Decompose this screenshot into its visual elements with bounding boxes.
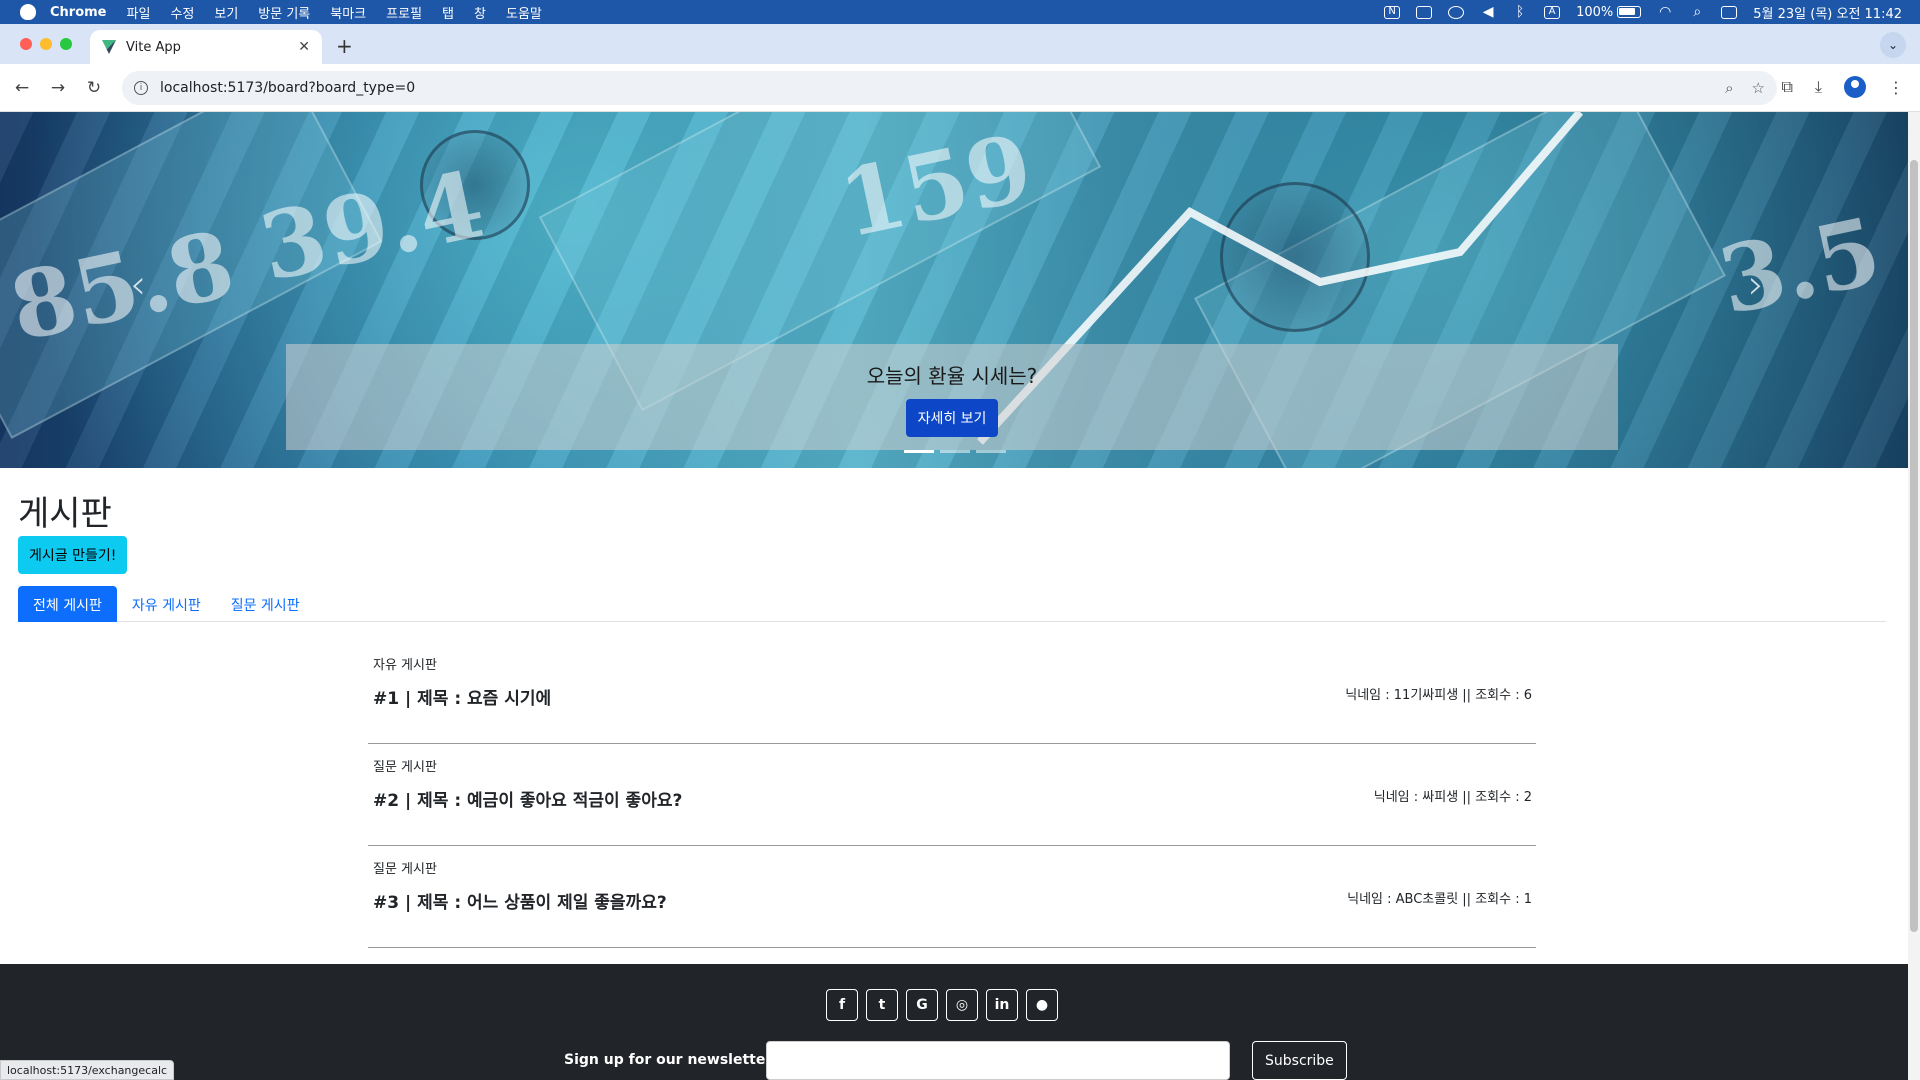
carousel-caption: 오늘의 환율 시세는? 자세히 보기 (286, 344, 1618, 450)
post-category: 질문 게시판 (373, 862, 437, 877)
menu-app-name[interactable]: Chrome (50, 5, 107, 20)
post-meta: 닉네임 : 싸피생 || 조회수 : 2 (1373, 790, 1532, 805)
twitter-icon[interactable]: t (866, 989, 898, 1021)
battery-indicator[interactable]: 100% (1576, 4, 1642, 20)
menu-profile[interactable]: 프로필 (386, 3, 422, 22)
list-item[interactable]: 자유 게시판 #1 | 제목 : 요즘 시기에 닉네임 : 11기싸피생 || … (368, 642, 1536, 744)
input-source-icon[interactable]: A (1544, 5, 1561, 19)
browser-toolbar: ← → ↻ i localhost:5173/board?board_type=… (0, 64, 1920, 112)
address-bar[interactable]: i localhost:5173/board?board_type=0 ⌕ ☆ (122, 71, 1777, 105)
display-icon[interactable] (1416, 5, 1433, 19)
airdrop-icon[interactable] (1448, 5, 1465, 19)
maximize-window-icon[interactable] (60, 38, 72, 50)
board-tabs: 전체 게시판 자유 게시판 질문 게시판 (18, 586, 1886, 622)
post-category: 자유 게시판 (373, 658, 437, 673)
page-viewport: 85.8 39.4 159 3.5 ‹ › 오늘의 환율 시세는? 자세히 보기… (0, 112, 1908, 1080)
wifi-icon[interactable]: ◠ (1657, 5, 1673, 19)
create-post-button[interactable]: 게시글 만들기! (18, 536, 128, 574)
menu-bookmarks[interactable]: 북마크 (330, 3, 366, 22)
newsletter-label: Sign up for our newsletter (564, 1052, 773, 1068)
battery-icon (1617, 6, 1642, 18)
browser-tab-strip: Vite App ✕ + ⌄ (0, 24, 1920, 64)
bluetooth-icon[interactable]: ᛒ (1512, 5, 1528, 19)
carousel-indicator[interactable] (904, 450, 934, 453)
browser-tab-title: Vite App (126, 39, 181, 55)
battery-percent: 100% (1576, 4, 1614, 20)
link-status-bar: localhost:5173/exchangecalc (0, 1060, 175, 1080)
url-text[interactable]: localhost:5173/board?board_type=0 (160, 80, 415, 96)
carousel-indicator[interactable] (976, 450, 1006, 453)
spotlight-search-icon[interactable]: ⌕ (1689, 5, 1705, 19)
volume-icon[interactable]: ◀ (1480, 5, 1496, 19)
zoom-icon[interactable]: ⌕ (1725, 79, 1733, 97)
carousel-indicators (904, 450, 1006, 453)
menu-window[interactable]: 창 (474, 3, 486, 22)
browser-tab[interactable]: Vite App ✕ (90, 30, 322, 64)
extensions-icon[interactable]: ⧉ (1781, 77, 1792, 97)
tab-question-board[interactable]: 질문 게시판 (216, 586, 315, 622)
download-icon[interactable]: ⤓ (1815, 77, 1822, 97)
instagram-icon[interactable]: ◎ (946, 989, 978, 1021)
post-meta: 닉네임 : 11기싸피생 || 조회수 : 6 (1345, 688, 1532, 703)
see-details-button[interactable]: 자세히 보기 (905, 399, 999, 437)
list-item[interactable]: 질문 게시판 #3 | 제목 : 어느 상품이 제일 좋을까요? 닉네임 : A… (368, 846, 1536, 948)
menu-tab[interactable]: 탭 (442, 3, 454, 22)
facebook-icon[interactable]: f (826, 989, 858, 1021)
page-scrollbar[interactable] (1908, 112, 1920, 1080)
toolbar-actions: ⧉ ⤓ ⋮ (1781, 76, 1904, 98)
subscribe-button[interactable]: Subscribe (1252, 1041, 1347, 1080)
forward-icon[interactable]: → (40, 78, 76, 98)
post-list: 자유 게시판 #1 | 제목 : 요즘 시기에 닉네임 : 11기싸피생 || … (368, 642, 1536, 948)
carousel-prev-icon[interactable]: ‹ (130, 262, 146, 308)
close-tab-icon[interactable]: ✕ (298, 39, 310, 55)
back-icon[interactable]: ← (4, 78, 40, 98)
tab-search-icon[interactable]: ⌄ (1880, 32, 1906, 58)
menu-view[interactable]: 보기 (214, 3, 238, 22)
post-title[interactable]: #3 | 제목 : 어느 상품이 제일 좋을까요? (373, 888, 667, 913)
menubar-datetime[interactable]: 5월 23일 (목) 오전 11:42 (1753, 3, 1902, 22)
vue-favicon-icon (102, 40, 116, 54)
reload-icon[interactable]: ↻ (76, 78, 112, 98)
post-title[interactable]: #1 | 제목 : 요즘 시기에 (373, 684, 551, 709)
post-category: 질문 게시판 (373, 760, 437, 775)
menu-history[interactable]: 방문 기록 (258, 3, 310, 22)
notion-icon[interactable]: N (1384, 5, 1401, 19)
macos-menu-bar: Chrome 파일 수정 보기 방문 기록 북마크 프로필 탭 창 도움말 N … (0, 0, 1920, 24)
social-links: f t G ◎ in ● (826, 989, 1058, 1021)
post-meta: 닉네임 : ABC초콜릿 || 조회수 : 1 (1347, 892, 1532, 907)
menubar-status-area: N ◀ ᛒ A 100% ◠ ⌕ 5월 23일 (목) 오전 11:42 (1384, 0, 1902, 24)
carousel-next-icon[interactable]: › (1748, 262, 1764, 308)
google-icon[interactable]: G (906, 989, 938, 1021)
linkedin-icon[interactable]: in (986, 989, 1018, 1021)
minimize-window-icon[interactable] (40, 38, 52, 50)
hero-carousel: 85.8 39.4 159 3.5 ‹ › 오늘의 환율 시세는? 자세히 보기 (0, 112, 1908, 468)
tab-free-board[interactable]: 자유 게시판 (117, 586, 216, 622)
menu-file[interactable]: 파일 (127, 3, 151, 22)
window-controls (20, 38, 72, 50)
profile-avatar-icon[interactable] (1844, 76, 1866, 98)
close-window-icon[interactable] (20, 38, 32, 50)
github-icon[interactable]: ● (1026, 989, 1058, 1021)
carousel-caption-title: 오늘의 환율 시세는? (866, 364, 1038, 388)
page-title: 게시판 (18, 494, 112, 534)
new-tab-icon[interactable]: + (336, 34, 353, 58)
carousel-indicator[interactable] (940, 450, 970, 453)
page-footer: f t G ◎ in ● Sign up for our newsletter … (0, 964, 1908, 1080)
tab-all-boards[interactable]: 전체 게시판 (18, 586, 117, 622)
apple-icon[interactable] (20, 4, 36, 20)
post-title[interactable]: #2 | 제목 : 예금이 좋아요 적금이 좋아요? (373, 786, 682, 811)
menu-edit[interactable]: 수정 (170, 3, 194, 22)
newsletter-email-input[interactable] (766, 1041, 1230, 1080)
control-center-icon[interactable] (1721, 5, 1738, 19)
site-info-icon[interactable]: i (134, 81, 148, 95)
list-item[interactable]: 질문 게시판 #2 | 제목 : 예금이 좋아요 적금이 좋아요? 닉네임 : … (368, 744, 1536, 846)
menu-help[interactable]: 도움말 (506, 3, 542, 22)
bookmark-star-icon[interactable]: ☆ (1752, 79, 1765, 97)
scrollbar-thumb[interactable] (1910, 160, 1918, 932)
chrome-menu-icon[interactable]: ⋮ (1888, 78, 1904, 97)
